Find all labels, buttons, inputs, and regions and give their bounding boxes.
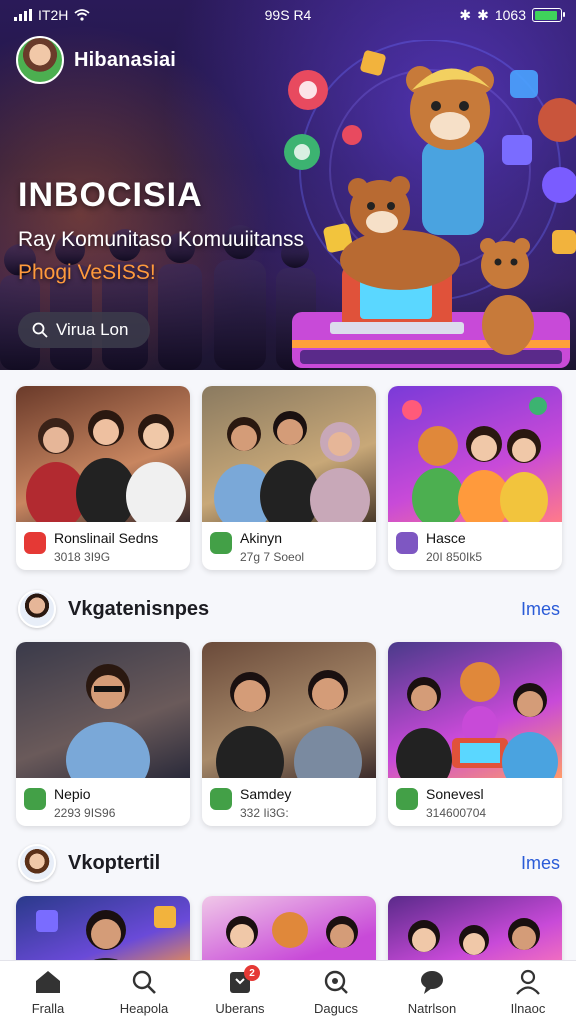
app-icon (24, 532, 46, 554)
card-title: Samdey (240, 786, 292, 802)
tab-label: Fralla (31, 1001, 65, 1016)
tab-profile[interactable]: Ilnaoc (480, 961, 576, 1024)
signal-icon (14, 9, 32, 21)
hero-accent-text: Phogi VeSISS! (18, 261, 156, 284)
card-thumbnail (202, 386, 376, 522)
see-more-link[interactable]: Imes (521, 599, 560, 620)
battery-text: 1063 (494, 7, 526, 23)
mascot-illustration (284, 40, 576, 368)
bluetooth-icon: ✱ (477, 6, 489, 23)
tab-label: Heapola (119, 1001, 169, 1016)
card-thumbnail (388, 386, 562, 522)
tab-label: Ilnaoc (510, 1001, 546, 1016)
card-title: Nepio (54, 786, 91, 802)
carrier-text: IT2H (38, 7, 69, 23)
section-header: Vkoptertil Imes (18, 844, 560, 882)
bottom-tab-bar: Fralla Heapola 2 Uberans Dagucs Natrlson… (0, 960, 576, 1024)
tab-home[interactable]: Fralla (0, 961, 96, 1024)
community-card[interactable]: Ronslinail Sedns 3018 3I9G (16, 386, 190, 570)
feed: Ronslinail Sedns 3018 3I9G Akinyn 27g 7 … (0, 370, 576, 976)
card-meta: 3018 3I9G (54, 550, 111, 564)
app-icon (210, 788, 232, 810)
card-meta: 314600704 (426, 806, 487, 820)
card-meta: 2293 9IS96 (54, 806, 116, 820)
hero-search-button[interactable]: Virua Lon (18, 312, 150, 348)
see-more-link[interactable]: Imes (521, 853, 560, 874)
card-thumbnail (202, 642, 376, 778)
tab-search[interactable]: Heapola (96, 961, 192, 1024)
battery-icon (532, 8, 565, 22)
bluetooth-icon: ✱ (459, 6, 472, 23)
section-title: Vkoptertil (68, 851, 161, 874)
search-icon (132, 970, 156, 994)
explore-icon (324, 970, 348, 994)
card-meta: 332 Ii3G: (240, 806, 289, 820)
battery-level (534, 10, 557, 20)
status-bar: IT2H 99S R4 ✱ ✱ 1063 (0, 0, 576, 30)
card-title: Hasce (426, 530, 466, 546)
hero-banner[interactable]: IT2H 99S R4 ✱ ✱ 1063 Hibanasiai INBOCISI… (0, 0, 576, 370)
card-title: Sonevesl (426, 786, 484, 802)
tab-chat[interactable]: Natrlson (384, 961, 480, 1024)
wifi-icon (74, 9, 90, 21)
card-thumbnail (16, 642, 190, 778)
search-icon (32, 322, 48, 338)
tab-label: Natrlson (407, 1001, 457, 1016)
app-icon (396, 532, 418, 554)
tab-label: Uberans (215, 1001, 265, 1016)
card-title: Akinyn (240, 530, 283, 546)
tab-explore[interactable]: Dagucs (288, 961, 384, 1024)
card-thumbnail (388, 642, 562, 778)
hero-subtitle: Ray Komunitaso Komuuiitanss (18, 228, 304, 251)
profile-header[interactable]: Hibanasiai (16, 36, 176, 84)
card-meta: 20I 850Ik5 (426, 550, 483, 564)
hero-button-label: Virua Lon (56, 320, 129, 339)
community-card[interactable]: Nepio 2293 9IS96 (16, 642, 190, 826)
section-header: Vkgatenisnpes Imes (18, 590, 560, 628)
avatar[interactable] (16, 36, 64, 84)
app-icon (210, 532, 232, 554)
notification-badge: 2 (244, 965, 260, 981)
card-meta: 27g 7 Soeol (240, 550, 305, 564)
card-title: Ronslinail Sedns (54, 530, 159, 546)
community-card[interactable]: Samdey 332 Ii3G: (202, 642, 376, 826)
avatar[interactable] (18, 590, 56, 628)
app-icon (24, 788, 46, 810)
chat-icon (421, 971, 443, 994)
community-card[interactable]: Akinyn 27g 7 Soeol (202, 386, 376, 570)
app-icon (396, 788, 418, 810)
section-title: Vkgatenisnpes (68, 597, 210, 620)
card-thumbnail (16, 386, 190, 522)
community-card[interactable]: Hasce 20I 850Ik5 (388, 386, 562, 570)
tab-inbox[interactable]: 2 Uberans (192, 961, 288, 1024)
tab-label: Dagucs (313, 1001, 359, 1016)
community-card[interactable]: Sonevesl 314600704 (388, 642, 562, 826)
hero-title: INBOCISIA (18, 176, 203, 214)
avatar[interactable] (18, 844, 56, 882)
profile-icon (516, 969, 540, 995)
card-row-2: Nepio 2293 9IS96 Samdey 332 Ii3G: Soneve… (16, 642, 562, 826)
home-icon (36, 971, 60, 993)
profile-name: Hibanasiai (74, 48, 177, 71)
card-row-1: Ronslinail Sedns 3018 3I9G Akinyn 27g 7 … (16, 386, 562, 570)
